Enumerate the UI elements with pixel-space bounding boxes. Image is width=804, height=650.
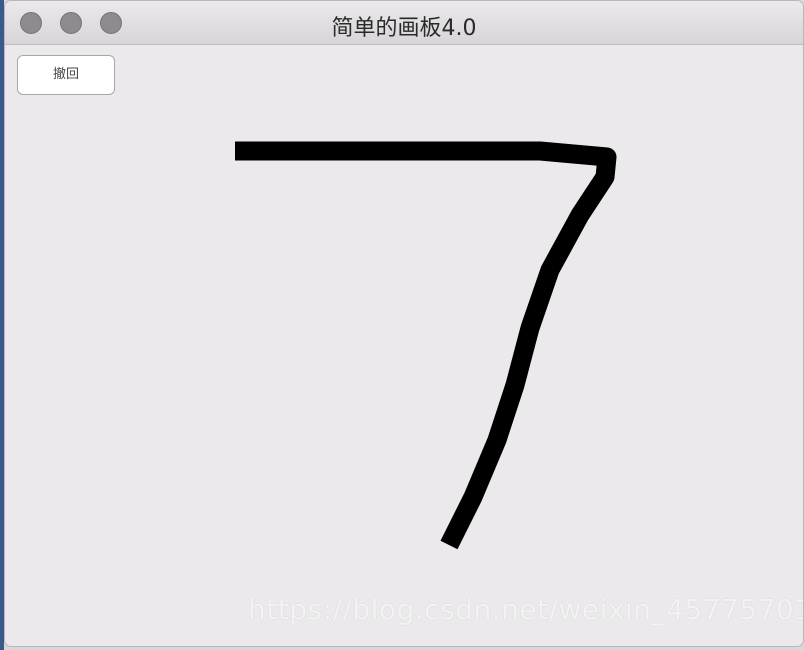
window-title: 简单的画板4.0 [331, 16, 477, 41]
undo-button[interactable]: 撤回 [17, 55, 115, 95]
drawing-canvas[interactable] [5, 45, 803, 647]
app-window: 简单的画板4.0 撤回 https://blog.csdn.net/weixin… [4, 0, 804, 647]
watermark-text: https://blog.csdn.net/weixin_45775701 [248, 593, 804, 626]
drawing-surface[interactable] [5, 45, 803, 647]
drawn-stroke [235, 141, 617, 550]
title-bar[interactable]: 简单的画板4.0 [5, 1, 803, 45]
